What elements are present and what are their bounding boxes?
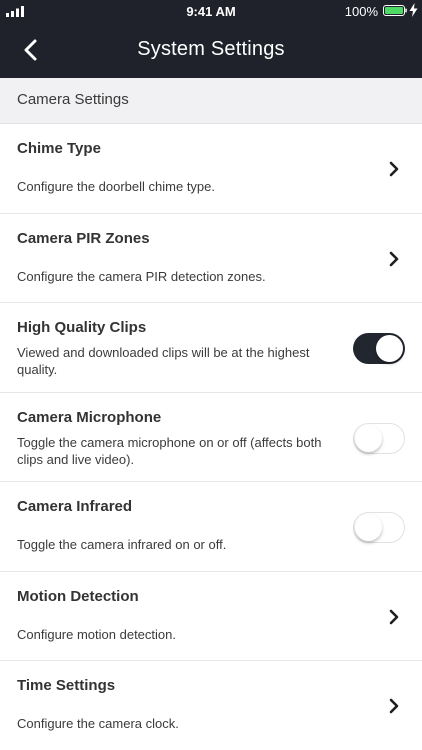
setting-title: High Quality Clips: [17, 319, 147, 336]
setting-motion-detection[interactable]: Motion Detection Configure motion detect…: [0, 571, 422, 661]
setting-description: Configure the camera clock.: [17, 716, 179, 731]
setting-description: Toggle the camera infrared on or off.: [17, 537, 227, 552]
setting-chime-type[interactable]: Chime Type Configure the doorbell chime …: [0, 124, 422, 214]
chevron-right-icon[interactable]: [388, 160, 400, 178]
setting-camera-microphone: Camera Microphone Toggle the camera micr…: [0, 392, 422, 482]
section-header: Camera Settings: [0, 78, 422, 124]
setting-description: Viewed and downloaded clips will be at t…: [17, 345, 310, 377]
battery-percent: 100%: [344, 4, 378, 19]
toggle-knob: [355, 514, 382, 541]
setting-description: Configure the camera PIR detection zones…: [17, 268, 266, 284]
setting-description: Configure the doorbell chime type.: [17, 179, 216, 194]
camera-infrared-toggle[interactable]: [353, 512, 405, 543]
toggle-knob: [376, 335, 403, 362]
top-bar: 9:41 AM 100% System Settings: [0, 0, 422, 78]
page-title: System Settings: [137, 38, 285, 60]
chevron-right-icon[interactable]: [388, 697, 400, 715]
status-bar: 9:41 AM 100%: [0, 0, 422, 22]
setting-title: Motion Detection: [17, 587, 139, 605]
setting-description: Toggle the camera microphone on or off (…: [17, 434, 322, 467]
settings-list: Chime Type Configure the doorbell chime …: [0, 124, 422, 750]
setting-description: Configure motion detection.: [17, 626, 176, 642]
section-title: Camera Settings: [17, 91, 129, 108]
setting-camera-infrared: Camera Infrared Toggle the camera infrar…: [0, 482, 422, 572]
setting-title: Camera Infrared: [17, 498, 133, 515]
battery-icon: [383, 5, 407, 16]
setting-camera-pir-zones[interactable]: Camera PIR Zones Configure the camera PI…: [0, 213, 422, 303]
setting-time-settings[interactable]: Time Settings Configure the camera clock…: [0, 661, 422, 750]
toggle-knob: [355, 424, 382, 452]
high-quality-clips-toggle[interactable]: [353, 333, 405, 364]
navigation-bar: System Settings: [0, 22, 422, 78]
charging-bolt-icon: [409, 3, 418, 17]
chevron-right-icon[interactable]: [388, 608, 400, 626]
camera-microphone-toggle[interactable]: [353, 422, 405, 454]
setting-title: Chime Type: [17, 140, 101, 157]
setting-title: Time Settings: [17, 677, 116, 694]
chevron-right-icon[interactable]: [388, 250, 400, 268]
setting-high-quality-clips: High Quality Clips Viewed and downloaded…: [0, 303, 422, 393]
setting-title: Camera PIR Zones: [17, 229, 150, 247]
setting-title: Camera Microphone: [17, 408, 162, 426]
